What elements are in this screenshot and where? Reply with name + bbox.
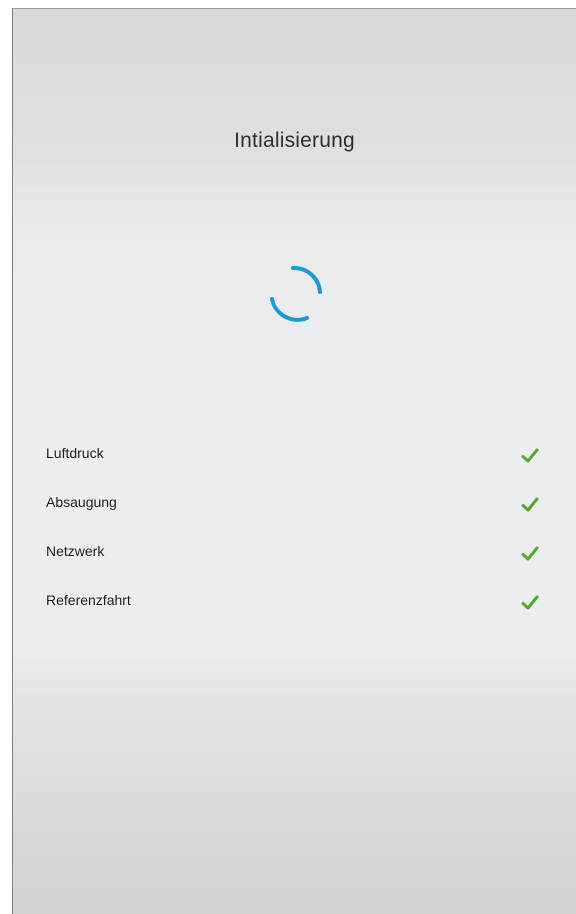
- status-row-netzwerk: Netzwerk: [13, 535, 576, 584]
- status-label: Referenzfahrt: [46, 592, 131, 608]
- initialization-screen: Intialisierung Luftdruck Absaugung Netzw…: [12, 8, 576, 914]
- status-list: Luftdruck Absaugung Netzwerk Referenzfah…: [13, 437, 576, 633]
- check-icon: [521, 448, 539, 463]
- check-icon: [521, 595, 539, 610]
- status-label: Netzwerk: [46, 543, 105, 559]
- status-row-luftdruck: Luftdruck: [13, 437, 576, 486]
- status-row-absaugung: Absaugung: [13, 486, 576, 535]
- status-label: Luftdruck: [46, 445, 104, 461]
- page-title: Intialisierung: [234, 129, 355, 152]
- check-icon: [521, 546, 539, 561]
- status-row-referenzfahrt: Referenzfahrt: [13, 584, 576, 633]
- status-label: Absaugung: [46, 494, 117, 510]
- loading-spinner-icon: [270, 265, 322, 322]
- check-icon: [521, 497, 539, 512]
